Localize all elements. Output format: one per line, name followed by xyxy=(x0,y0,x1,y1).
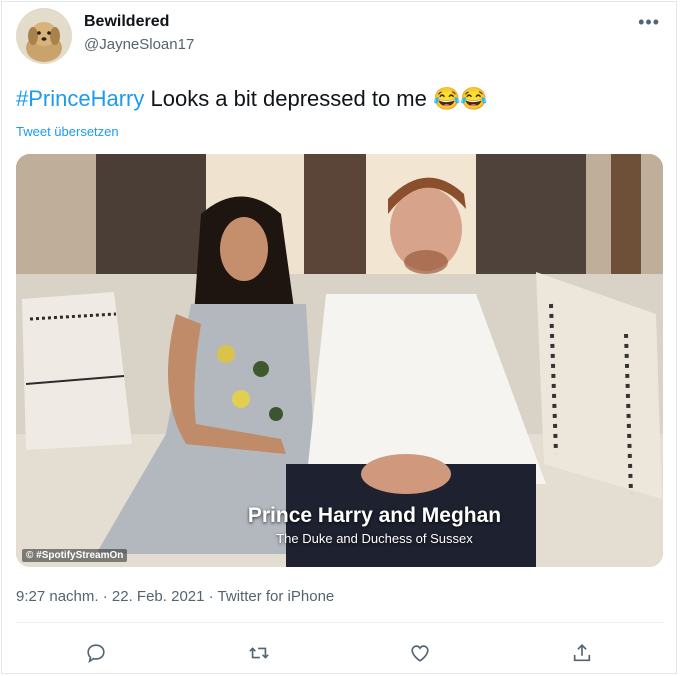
tweet-media[interactable]: Prince Harry and Meghan The Duke and Duc… xyxy=(16,154,663,567)
author-name[interactable]: Bewildered xyxy=(84,13,169,31)
avatar[interactable] xyxy=(16,8,72,64)
action-bar xyxy=(0,636,680,670)
media-watermark: © #SpotifyStreamOn xyxy=(22,549,128,562)
retweet-button[interactable] xyxy=(242,636,276,670)
tweet-text: #PrinceHarry Looks a bit depressed to me… xyxy=(16,86,488,112)
tweet-source[interactable]: Twitter for iPhone xyxy=(218,588,335,605)
dog-avatar-icon xyxy=(16,8,72,64)
more-options-icon[interactable]: ••• xyxy=(638,12,660,33)
laughing-emoji: 😂😂 xyxy=(433,86,488,111)
tweet-date[interactable]: 22. Feb. 2021 xyxy=(112,588,205,605)
media-caption-subtitle: The Duke and Duchess of Sussex xyxy=(276,531,473,546)
hashtag-link[interactable]: #PrinceHarry xyxy=(16,86,144,111)
retweet-icon xyxy=(249,647,269,659)
media-caption-title: Prince Harry and Meghan xyxy=(247,504,502,527)
reply-icon xyxy=(87,644,105,664)
author-handle[interactable]: @JayneSloan17 xyxy=(84,36,194,53)
tweet-meta: 9:27 nachm. · 22. Feb. 2021 · Twitter fo… xyxy=(16,588,334,605)
share-button[interactable] xyxy=(565,636,599,670)
tweet-time[interactable]: 9:27 nachm. xyxy=(16,588,99,605)
like-button[interactable] xyxy=(403,636,437,670)
meta-separator: · xyxy=(98,588,112,605)
like-icon xyxy=(411,645,429,662)
meta-separator: · xyxy=(204,588,218,605)
reply-button[interactable] xyxy=(79,636,113,670)
divider xyxy=(16,622,664,623)
tweet-body: Looks a bit depressed to me xyxy=(144,86,433,111)
translate-link[interactable]: Tweet übersetzen xyxy=(16,124,119,139)
share-icon xyxy=(573,644,591,662)
